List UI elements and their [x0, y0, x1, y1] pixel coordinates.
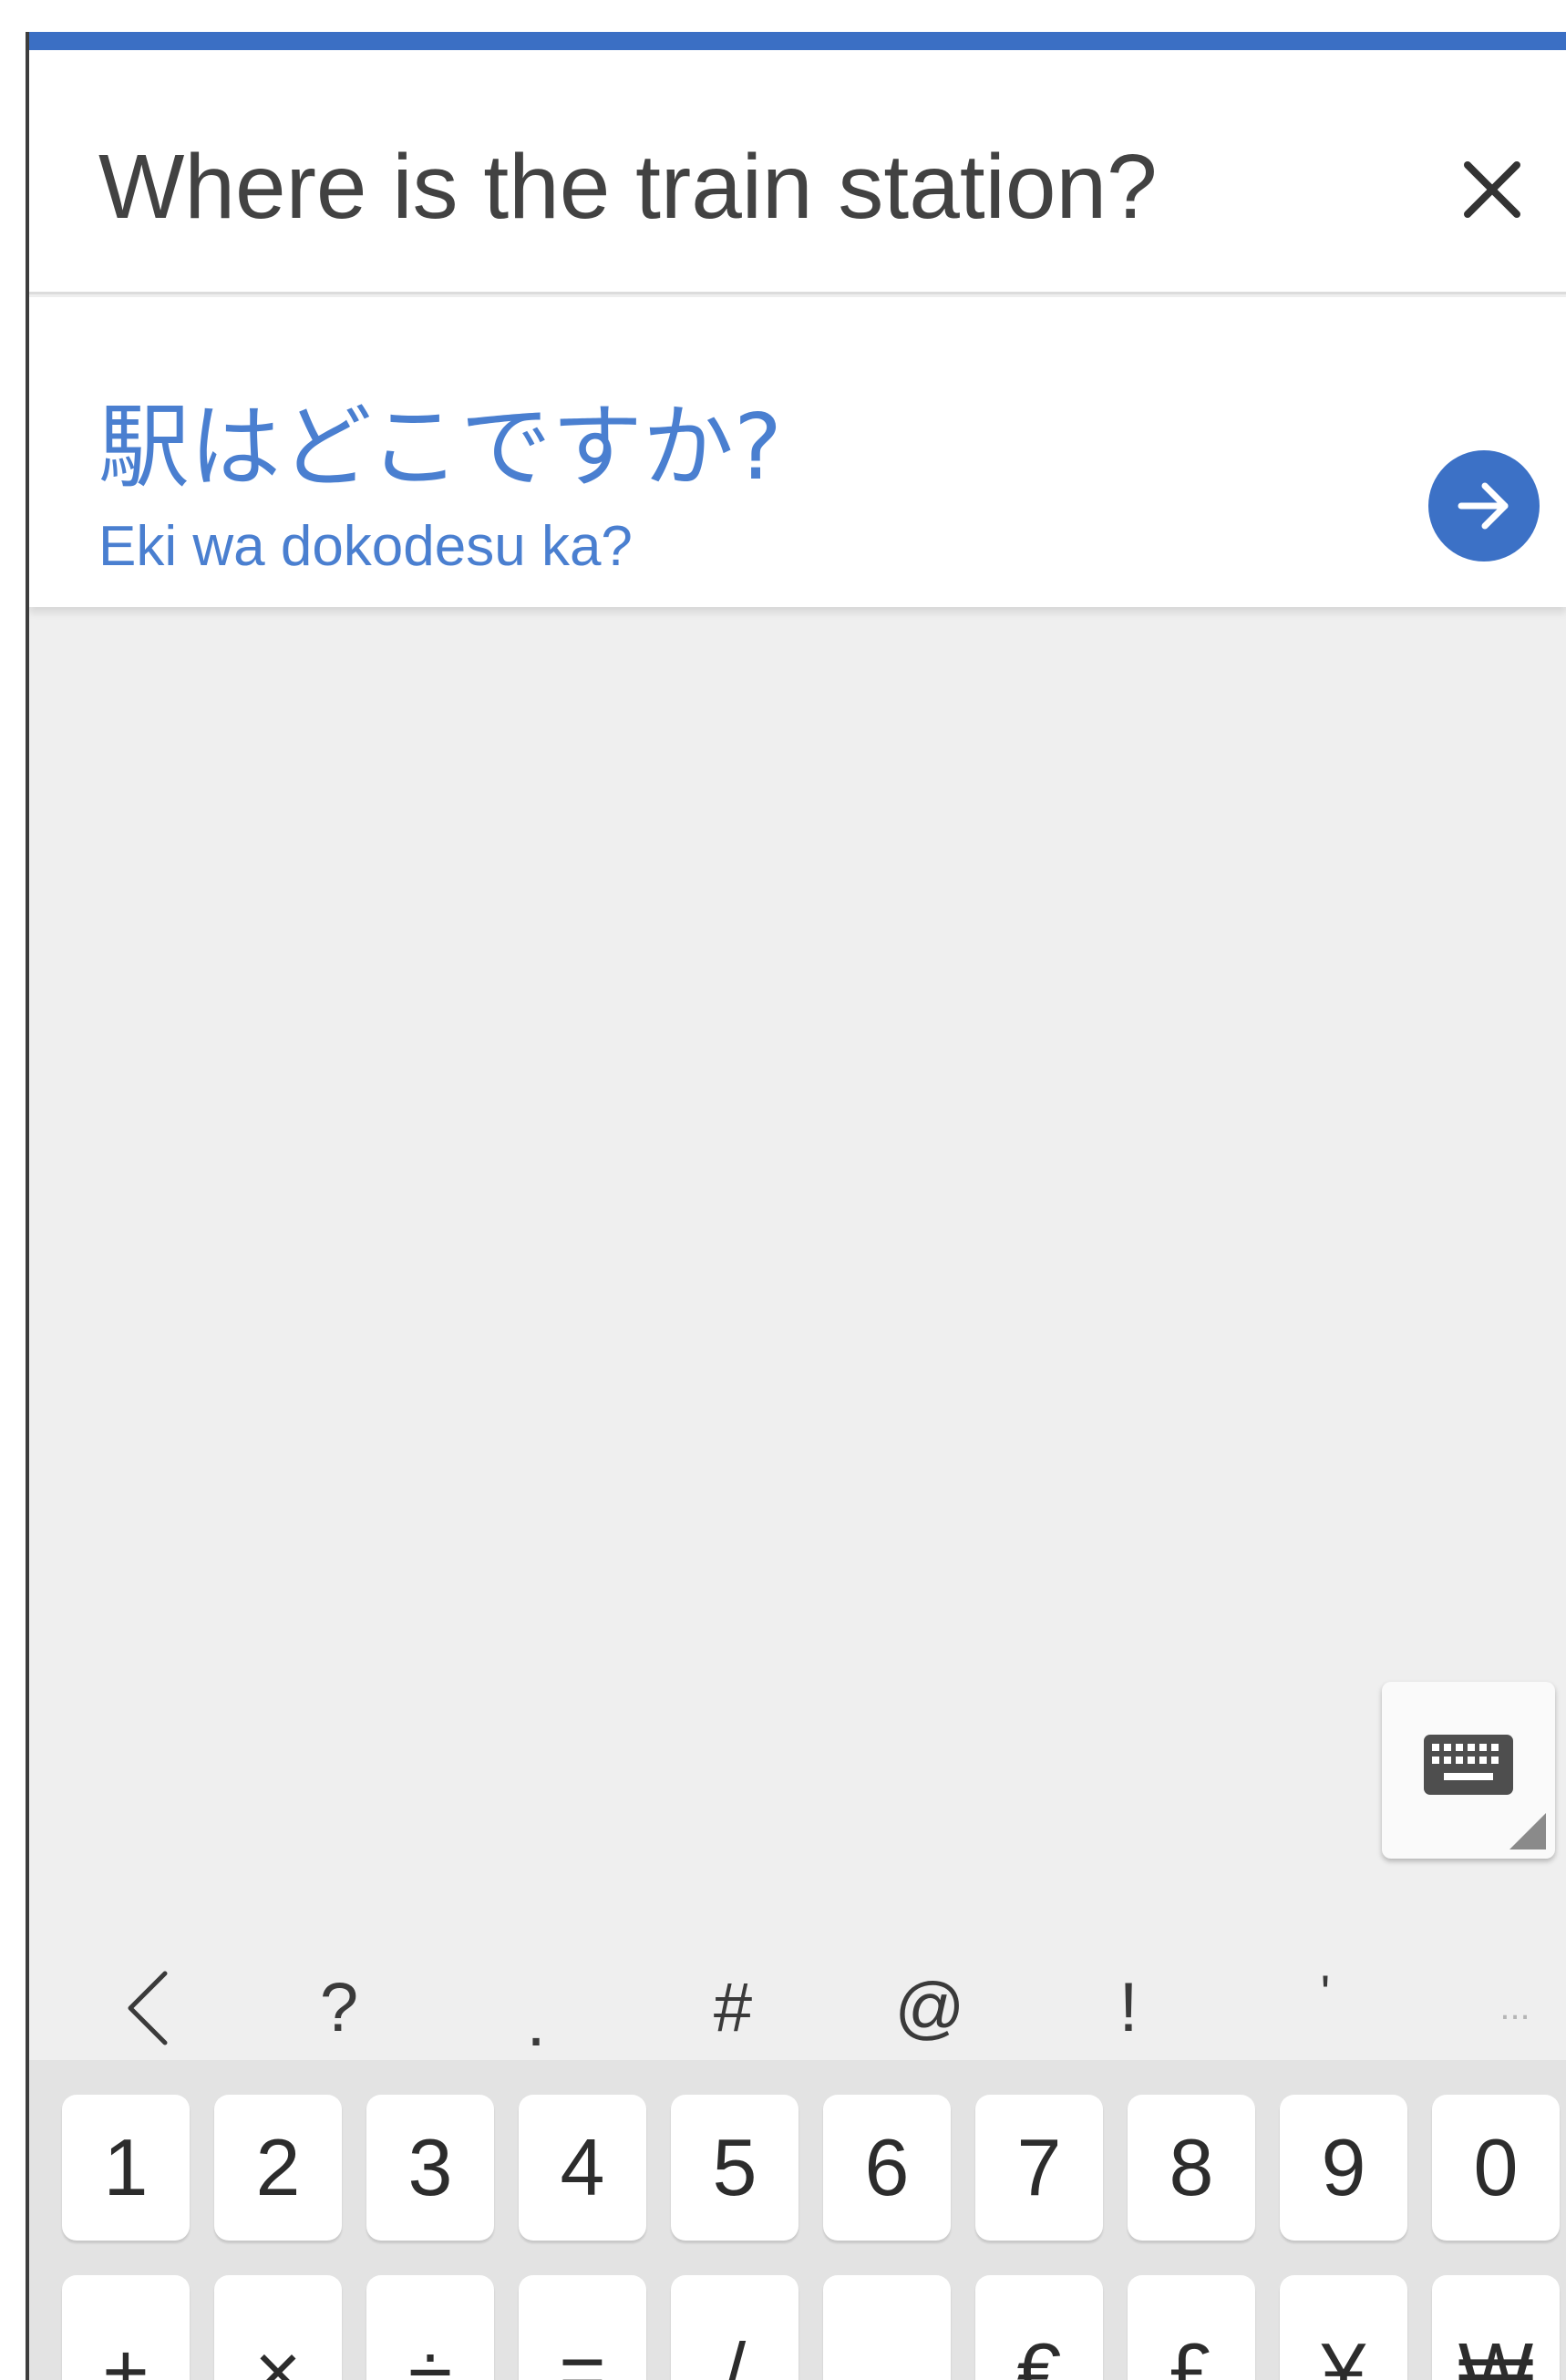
symbol-suggestion-bar: ? . # @ ! ' ...	[29, 1946, 1566, 2069]
key-yen[interactable]: ¥	[1280, 2275, 1407, 2380]
suggestion-back[interactable]	[93, 1946, 202, 2069]
key-divide[interactable]: ÷	[366, 2275, 494, 2380]
app-bar-accent	[29, 32, 1566, 50]
key-1[interactable]: 1	[62, 2095, 190, 2241]
key-euro[interactable]: €	[975, 2275, 1103, 2380]
key-0[interactable]: 0	[1432, 2095, 1560, 2241]
key-underscore[interactable]: _	[823, 2275, 951, 2380]
key-6[interactable]: 6	[823, 2095, 951, 2241]
romanization-text: Eki wa dokodesu ka?	[98, 515, 633, 578]
arrow-right-icon	[1458, 482, 1509, 530]
suggestion-key[interactable]: ?	[284, 1946, 394, 2069]
key-5[interactable]: 5	[671, 2095, 798, 2241]
key-multiply[interactable]: ×	[214, 2275, 342, 2380]
key-equals[interactable]: =	[519, 2275, 646, 2380]
translation-text: 駅はどこですか?	[98, 394, 783, 500]
chevron-left-icon	[128, 1971, 168, 2045]
keyboard-icon	[1424, 1735, 1513, 1795]
translation-result-card[interactable]: 駅はどこですか? Eki wa dokodesu ka?	[29, 297, 1566, 607]
key-8[interactable]: 8	[1128, 2095, 1255, 2241]
suggestion-key[interactable]: !	[1074, 1946, 1183, 2069]
close-icon	[1464, 161, 1520, 218]
key-4[interactable]: 4	[519, 2095, 646, 2241]
key-plus[interactable]: +	[62, 2275, 190, 2380]
key-pound[interactable]: £	[1128, 2275, 1255, 2380]
resize-corner-icon	[1509, 1813, 1546, 1849]
keyboard-toggle-button[interactable]	[1382, 1682, 1555, 1859]
translate-screen: Where is the train station? 駅はどこですか? Eki…	[26, 32, 1566, 2380]
more-suggestions-button[interactable]: ...	[1460, 1946, 1566, 2069]
key-3[interactable]: 3	[366, 2095, 494, 2241]
key-won[interactable]: ₩	[1432, 2275, 1560, 2380]
close-button[interactable]	[1447, 144, 1538, 235]
go-button[interactable]	[1428, 450, 1540, 562]
key-9[interactable]: 9	[1280, 2095, 1407, 2241]
suggestion-key[interactable]: '	[1271, 1932, 1380, 2055]
suggestion-key[interactable]: #	[678, 1946, 788, 2069]
source-input-panel[interactable]: Where is the train station?	[29, 50, 1566, 294]
suggestion-key[interactable]: @	[875, 1946, 984, 2069]
key-7[interactable]: 7	[975, 2095, 1103, 2241]
number-keyboard: 1 2 3 4 5 6 7 8 9 0 + × ÷ = / _ € £ ¥ ₩	[29, 2060, 1566, 2380]
source-text-input[interactable]: Where is the train station?	[98, 141, 1158, 232]
key-2[interactable]: 2	[214, 2095, 342, 2241]
key-slash[interactable]: /	[671, 2275, 798, 2380]
